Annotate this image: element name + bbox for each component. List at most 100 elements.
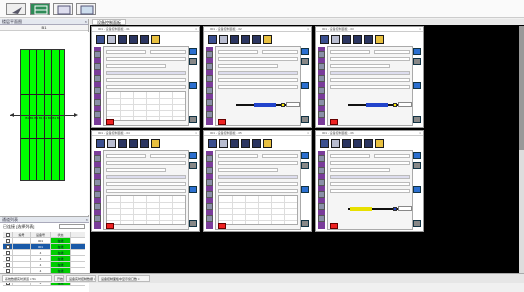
close-icon[interactable]: × xyxy=(195,27,197,32)
field-row[interactable] xyxy=(106,175,186,179)
tool-button[interactable] xyxy=(219,35,228,44)
tool-button[interactable] xyxy=(320,35,329,44)
side-button[interactable] xyxy=(94,155,101,162)
side-button[interactable] xyxy=(318,179,325,186)
action-button[interactable] xyxy=(189,82,197,89)
field-row[interactable] xyxy=(150,50,186,54)
field-row[interactable] xyxy=(106,57,186,61)
side-button[interactable] xyxy=(206,87,213,94)
tool-button[interactable] xyxy=(140,139,149,148)
tool-button[interactable] xyxy=(219,139,228,148)
action-button[interactable] xyxy=(413,162,421,169)
stop-button[interactable] xyxy=(106,223,114,229)
progress-marker[interactable] xyxy=(393,103,397,107)
close-icon[interactable]: × xyxy=(307,131,309,136)
tool-button[interactable] xyxy=(241,139,250,148)
field-row[interactable] xyxy=(106,50,146,54)
stop-button[interactable] xyxy=(106,119,114,125)
side-button[interactable] xyxy=(94,99,101,106)
field-row[interactable] xyxy=(106,64,166,68)
stop-button[interactable] xyxy=(218,223,226,229)
action-button[interactable] xyxy=(189,220,197,227)
action-button[interactable] xyxy=(301,48,309,55)
row-check[interactable] xyxy=(3,244,13,249)
side-button[interactable] xyxy=(318,87,325,94)
tool-button[interactable] xyxy=(331,35,340,44)
action-button[interactable] xyxy=(413,58,421,65)
checkbox[interactable] xyxy=(5,233,10,237)
side-button[interactable] xyxy=(94,63,101,70)
tool-button[interactable] xyxy=(241,35,250,44)
tool-button[interactable] xyxy=(364,139,373,148)
field-row[interactable] xyxy=(330,71,410,75)
field-row[interactable] xyxy=(330,154,370,158)
side-button[interactable] xyxy=(206,99,213,106)
progress-marker[interactable] xyxy=(393,207,397,211)
checkbox[interactable] xyxy=(5,263,10,267)
side-button[interactable] xyxy=(206,75,213,82)
grid-view-button[interactable] xyxy=(30,3,50,15)
field-row[interactable] xyxy=(374,154,410,158)
field-row[interactable] xyxy=(106,71,186,75)
stop-button[interactable] xyxy=(218,119,226,125)
field-row[interactable] xyxy=(218,64,278,68)
close-icon[interactable]: × xyxy=(85,19,87,25)
row-check[interactable] xyxy=(3,238,13,243)
field-row[interactable] xyxy=(330,175,410,179)
value-field[interactable] xyxy=(398,206,412,211)
tool-button[interactable] xyxy=(96,35,105,44)
field-row[interactable] xyxy=(218,168,278,172)
side-button[interactable] xyxy=(318,191,325,198)
action-button[interactable] xyxy=(413,116,421,123)
tool-button[interactable] xyxy=(230,139,239,148)
control-window[interactable]: 001 - 设备控制面板 - 05 × xyxy=(203,130,312,232)
checkbox[interactable] xyxy=(5,245,10,249)
side-button[interactable] xyxy=(318,111,325,118)
field-row[interactable] xyxy=(218,57,298,61)
side-button[interactable] xyxy=(318,167,325,174)
row-check[interactable] xyxy=(3,256,13,261)
control-window[interactable]: 001 - 设备控制面板 - 01 × xyxy=(91,26,200,128)
tool-button[interactable] xyxy=(140,35,149,44)
tool-button[interactable] xyxy=(96,139,105,148)
value-field[interactable] xyxy=(286,102,300,107)
tool-button[interactable] xyxy=(375,139,384,148)
action-button[interactable] xyxy=(189,48,197,55)
side-button[interactable] xyxy=(94,111,101,118)
field-row[interactable] xyxy=(330,85,410,89)
action-button[interactable] xyxy=(413,82,421,89)
side-button[interactable] xyxy=(94,75,101,82)
side-button[interactable] xyxy=(94,167,101,174)
tool-button[interactable] xyxy=(353,139,362,148)
field-row[interactable] xyxy=(218,175,298,179)
action-button[interactable] xyxy=(301,152,309,159)
scrollbar-thumb[interactable] xyxy=(519,26,524,150)
tool-button[interactable] xyxy=(118,139,127,148)
field-row[interactable] xyxy=(106,78,186,82)
field-row[interactable] xyxy=(106,189,186,193)
close-icon[interactable]: × xyxy=(419,27,421,32)
side-button[interactable] xyxy=(318,155,325,162)
row-check[interactable] xyxy=(3,262,13,267)
side-button[interactable] xyxy=(206,179,213,186)
field-row[interactable] xyxy=(330,189,410,193)
field-row[interactable] xyxy=(150,154,186,158)
field-row[interactable] xyxy=(218,85,298,89)
action-button[interactable] xyxy=(301,82,309,89)
action-button[interactable] xyxy=(301,220,309,227)
action-button[interactable] xyxy=(189,152,197,159)
side-button[interactable] xyxy=(206,63,213,70)
vertical-scrollbar[interactable] xyxy=(519,26,524,273)
control-window[interactable]: 001 - 设备控制面板 - 02 × xyxy=(203,26,312,128)
side-button[interactable] xyxy=(318,51,325,58)
field-row[interactable] xyxy=(330,168,390,172)
side-button[interactable] xyxy=(94,203,101,210)
tool-button[interactable] xyxy=(208,139,217,148)
floor-tab[interactable]: B1 xyxy=(0,25,88,31)
checkbox[interactable] xyxy=(5,239,10,243)
tool-button[interactable] xyxy=(263,35,272,44)
checkbox[interactable] xyxy=(5,257,10,261)
bottom-tab-4[interactable]: 设备控制面板中显示窗口数 × xyxy=(98,275,150,282)
side-button[interactable] xyxy=(94,51,101,58)
action-button[interactable] xyxy=(301,116,309,123)
